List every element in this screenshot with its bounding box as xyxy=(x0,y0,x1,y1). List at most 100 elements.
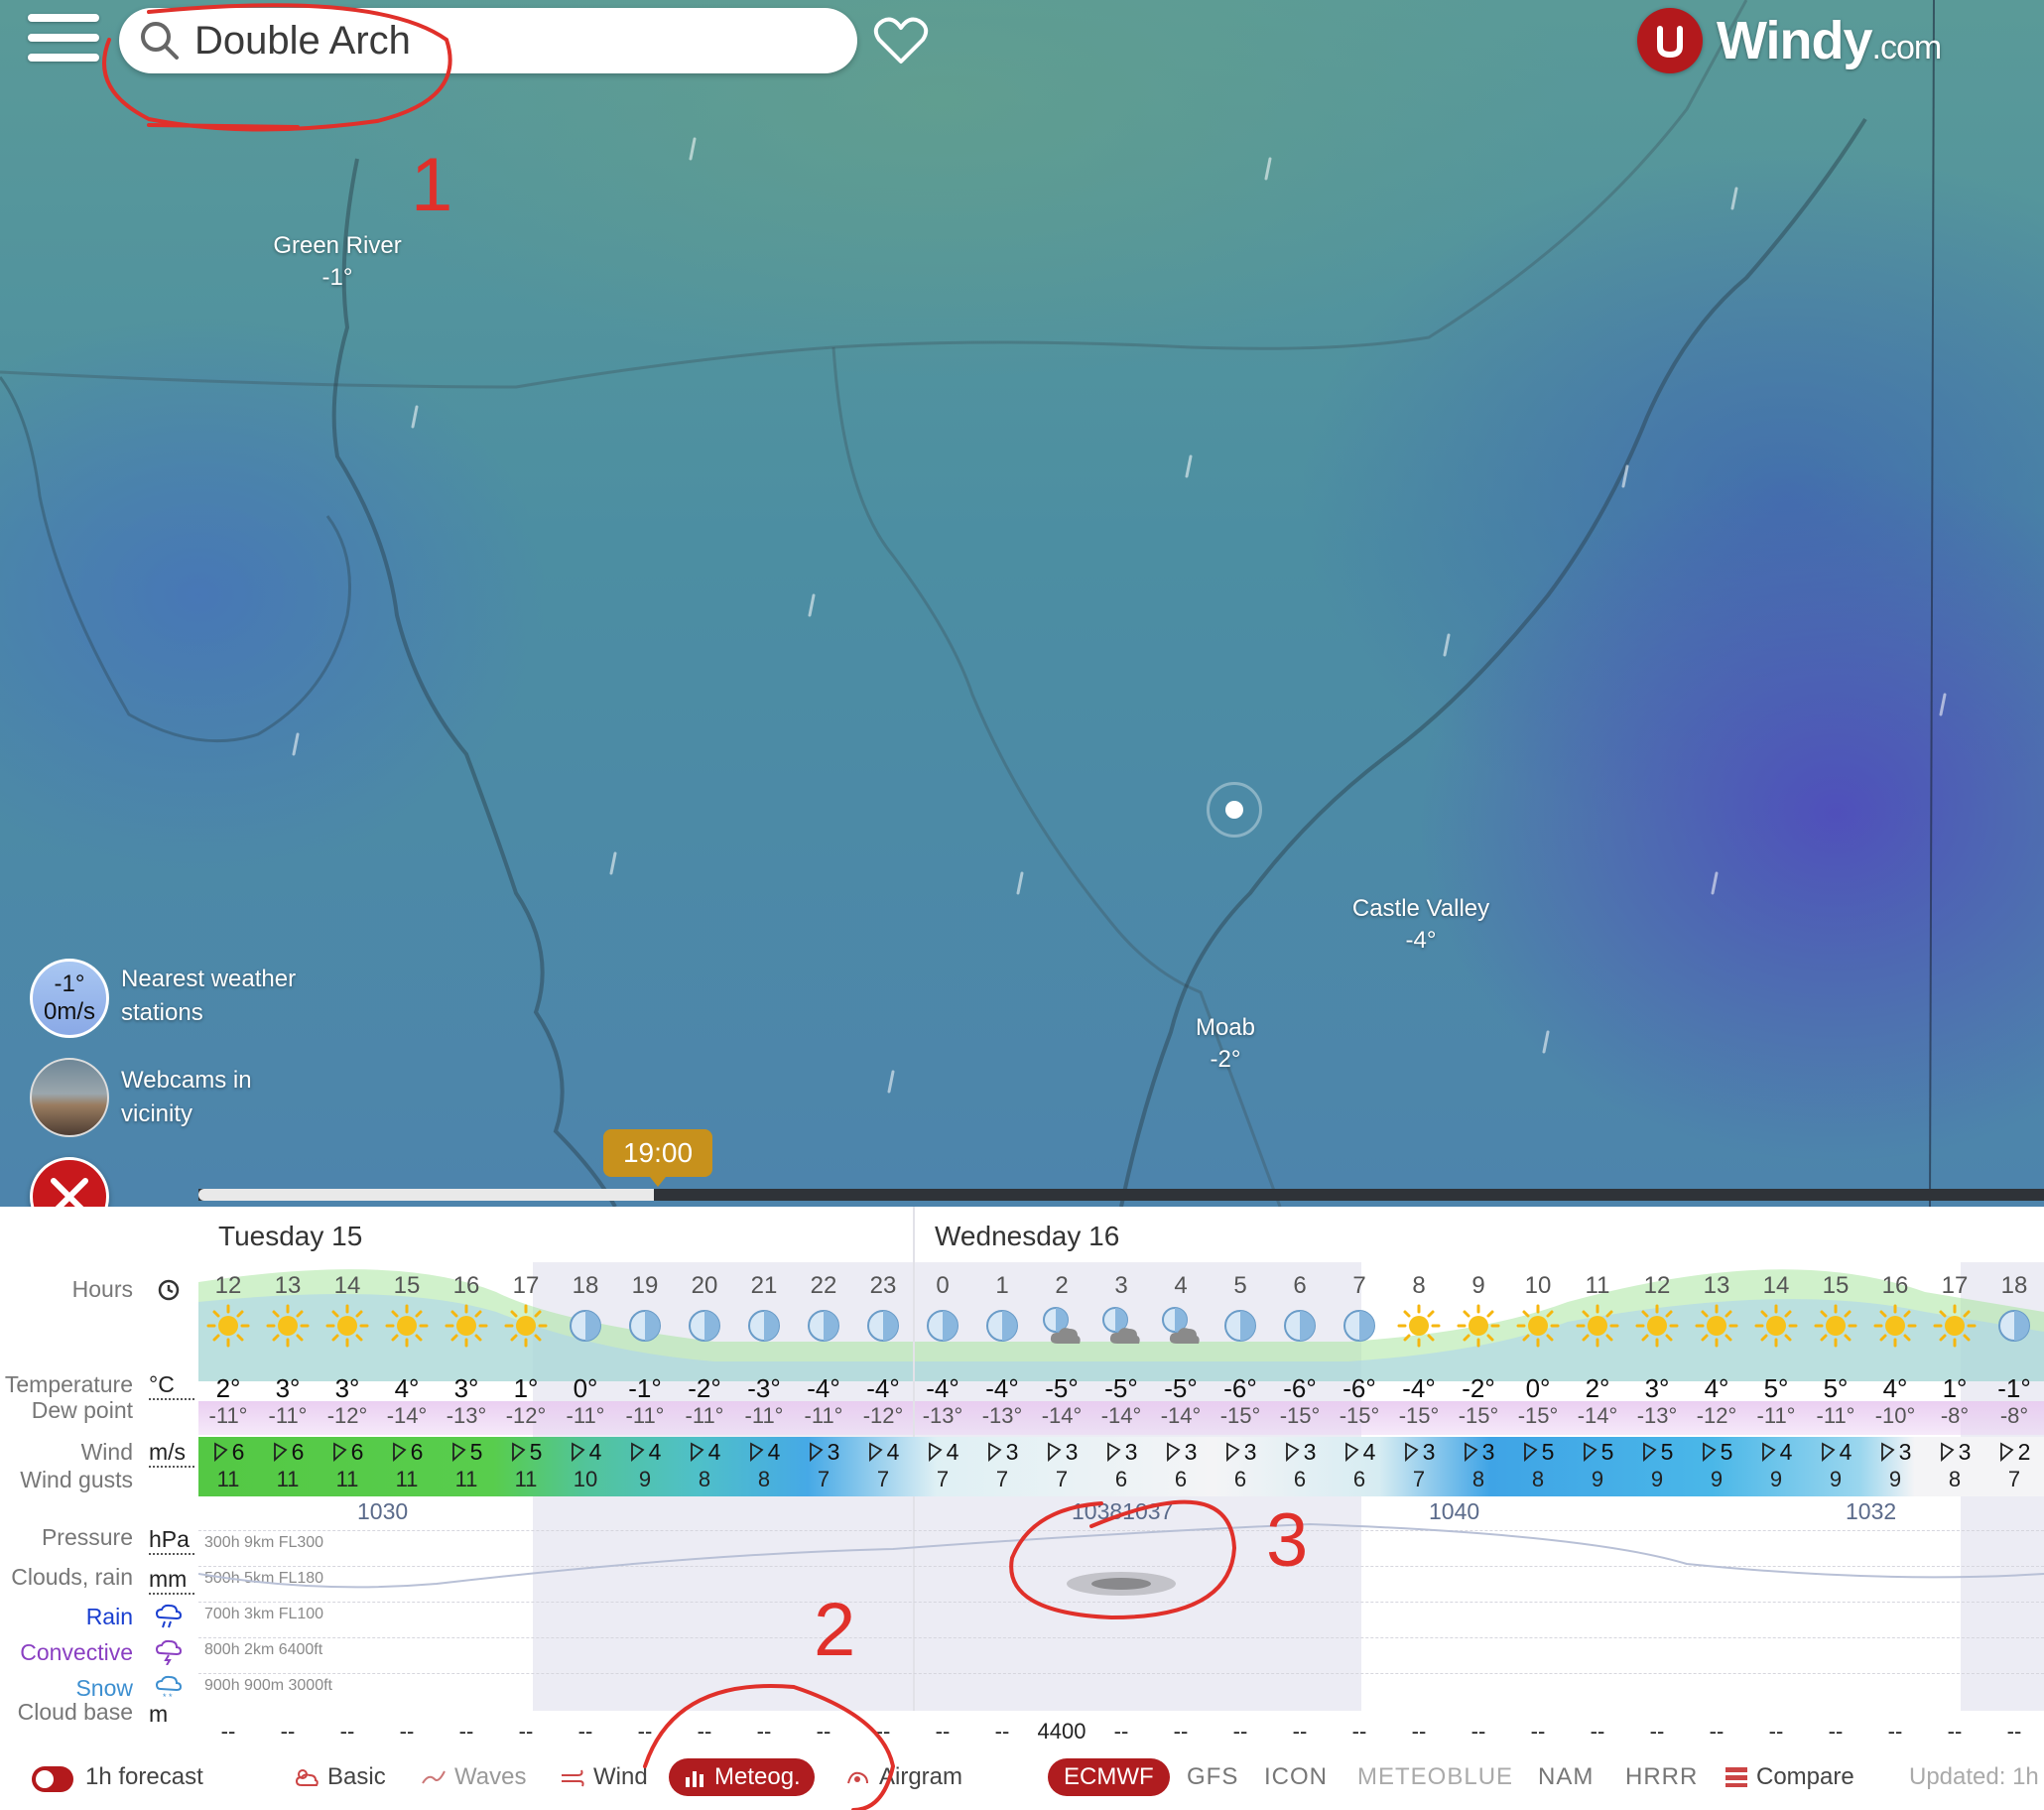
1h-forecast-label[interactable]: 1h forecast xyxy=(85,1758,203,1796)
menu-button[interactable] xyxy=(28,14,99,69)
model-icon[interactable]: ICON xyxy=(1264,1758,1328,1796)
windy-logo[interactable]: Windy.com xyxy=(1637,6,1942,75)
cloud-base-value: -- xyxy=(1232,1719,1248,1744)
wind-direction-icon xyxy=(928,1442,943,1463)
sun-icon xyxy=(325,1304,369,1348)
forecast-panel: Tuesday 15 Wednesday 16 300h 9km FL300 5… xyxy=(0,1207,2044,1810)
hour-label: 4 xyxy=(1174,1272,1188,1299)
webcams-link[interactable]: Webcams in vicinity xyxy=(121,1064,252,1131)
day-label: Wednesday 16 xyxy=(935,1221,1120,1251)
model-nam[interactable]: NAM xyxy=(1538,1758,1594,1796)
sun-icon xyxy=(1814,1304,1857,1348)
label-pressure: Pressure xyxy=(41,1524,133,1550)
webcam-thumbnail[interactable] xyxy=(30,1058,109,1137)
hour-label: 18 xyxy=(572,1272,599,1299)
tab-basic[interactable]: Basic xyxy=(294,1758,386,1796)
moon-icon xyxy=(921,1304,964,1348)
moon-cloud-icon xyxy=(1040,1304,1084,1348)
wind-gust-value: 11 xyxy=(335,1467,359,1491)
hour-label: 14 xyxy=(333,1272,361,1299)
search-icon xyxy=(141,22,179,60)
station-wind: 0m/s xyxy=(43,998,95,1025)
dew-point-value: -14° xyxy=(1041,1403,1083,1428)
tab-meteogram[interactable]: Meteog. xyxy=(669,1758,815,1796)
hour-label: 10 xyxy=(1524,1272,1552,1299)
unit-wind[interactable]: m/s xyxy=(149,1439,194,1468)
location-marker[interactable] xyxy=(1207,782,1262,838)
search-input[interactable]: Double Arch xyxy=(194,19,411,64)
nearest-stations-link[interactable]: Nearest weather stations xyxy=(121,963,296,1030)
unit-clouds[interactable]: mm xyxy=(149,1566,194,1595)
hour-label: 16 xyxy=(452,1272,480,1299)
wind-gust-value: 8 xyxy=(1948,1467,1962,1491)
wind-gust-value: 8 xyxy=(1471,1467,1485,1491)
map-view[interactable]: Double Arch Windy.com Green River -1° Cas… xyxy=(0,0,2044,1207)
dew-point-value: -11° xyxy=(625,1403,665,1428)
hour-label: 9 xyxy=(1471,1272,1485,1299)
wind-speed-value: 3 xyxy=(1091,1439,1151,1466)
cloud-base-value: -- xyxy=(1173,1719,1189,1744)
model-gfs[interactable]: GFS xyxy=(1187,1758,1238,1796)
tab-wind[interactable]: Wind xyxy=(560,1758,648,1796)
temperature-value: -4° xyxy=(985,1373,1019,1403)
dew-point-value: -12° xyxy=(1696,1403,1737,1428)
wind-speed-value: 6 xyxy=(198,1439,258,1466)
model-ecmwf[interactable]: ECMWF xyxy=(1048,1758,1170,1796)
favorite-heart-icon[interactable] xyxy=(873,16,929,65)
label-convective: Convective xyxy=(20,1639,133,1665)
moon-icon xyxy=(564,1304,607,1348)
sun-icon xyxy=(1397,1304,1441,1348)
dew-point-value: -14° xyxy=(386,1403,428,1428)
wind-gust-value: 9 xyxy=(1591,1467,1604,1491)
wind-direction-icon xyxy=(1047,1442,1062,1463)
dew-point-value: -15° xyxy=(1339,1403,1380,1428)
dew-point-value: -12° xyxy=(326,1403,368,1428)
sun-icon xyxy=(266,1304,310,1348)
dew-point-value: -12° xyxy=(862,1403,904,1428)
place-moab[interactable]: Moab -2° xyxy=(1181,1012,1270,1076)
tab-waves[interactable]: Waves xyxy=(421,1758,526,1796)
wind-speed-value: 4 xyxy=(615,1439,675,1466)
wind-speed-value: 5 xyxy=(1568,1439,1627,1466)
place-green-river[interactable]: Green River -1° xyxy=(248,230,427,294)
nearest-station-badge[interactable]: -1° 0m/s xyxy=(30,959,109,1038)
hour-label: 18 xyxy=(2000,1272,2028,1299)
hour-label: 12 xyxy=(1643,1272,1671,1299)
wind-speed-value: 4 xyxy=(556,1439,615,1466)
dew-point-value: -13° xyxy=(446,1403,487,1428)
search-bar[interactable]: Double Arch xyxy=(119,8,857,73)
dew-point-value: -15° xyxy=(1398,1403,1440,1428)
bottom-bar: 1h forecast Basic Waves Wind Meteog. Air… xyxy=(0,1743,2044,1810)
model-meteoblue[interactable]: METEOBLUE xyxy=(1357,1758,1513,1796)
unit-pressure[interactable]: hPa xyxy=(149,1526,194,1555)
wind-speed-value: 3 xyxy=(972,1439,1032,1466)
place-castle-valley[interactable]: Castle Valley -4° xyxy=(1341,893,1500,957)
tab-airgram[interactable]: Airgram xyxy=(845,1758,962,1796)
sun-icon xyxy=(1695,1304,1738,1348)
wind-direction-icon xyxy=(1583,1442,1597,1463)
temperature-value: 3° xyxy=(1644,1373,1670,1403)
dew-point-value: -11° xyxy=(208,1403,248,1428)
wind-speed-value: 3 xyxy=(1389,1439,1449,1466)
model-hrrr[interactable]: HRRR xyxy=(1625,1758,1698,1796)
timeline-slider[interactable] xyxy=(198,1189,2044,1201)
day-label: Tuesday 15 xyxy=(218,1221,363,1251)
compare-button[interactable]: Compare xyxy=(1725,1758,1854,1796)
temperature-value: 4° xyxy=(394,1373,420,1403)
unit-temperature[interactable]: °C xyxy=(149,1371,194,1400)
dew-point-value: -13° xyxy=(1636,1403,1678,1428)
temperature-value: -3° xyxy=(747,1373,781,1403)
timeline-time-badge[interactable]: 19:00 xyxy=(603,1129,712,1187)
wind-direction-icon xyxy=(1285,1442,1300,1463)
1h-forecast-toggle[interactable] xyxy=(32,1766,73,1792)
wind-speed-value: 4 xyxy=(1746,1439,1806,1466)
sun-icon xyxy=(1457,1304,1500,1348)
wind-speed-value: 5 xyxy=(1508,1439,1568,1466)
hour-label: 13 xyxy=(1703,1272,1730,1299)
cloud-base-value: 4400 xyxy=(1037,1719,1086,1744)
temperature-value: 3° xyxy=(275,1373,301,1403)
sun-icon xyxy=(1516,1304,1560,1348)
moon-icon xyxy=(1278,1304,1322,1348)
wind-direction-icon xyxy=(1106,1442,1121,1463)
dew-point-value: -11° xyxy=(1756,1403,1796,1428)
